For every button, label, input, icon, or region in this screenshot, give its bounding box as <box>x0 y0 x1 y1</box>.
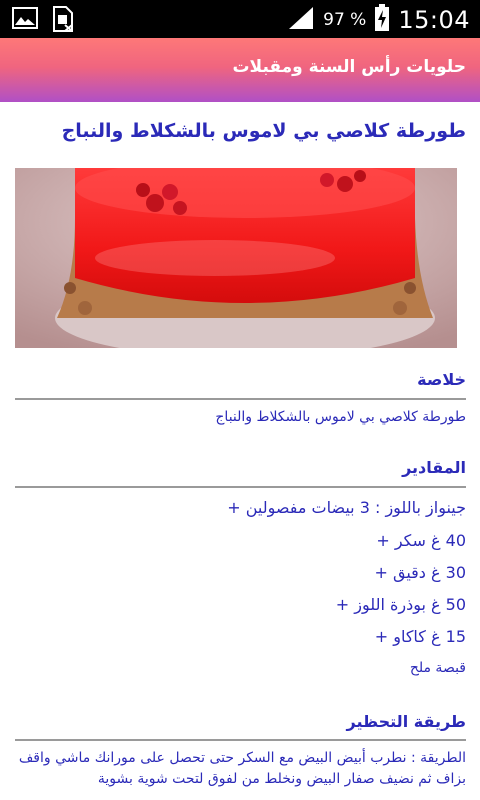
article-scroll-area[interactable]: طورطة كلاصي بي لاموس بالشكلاط والنباج خل… <box>0 102 480 800</box>
battery-charging-icon <box>374 4 390 36</box>
status-left-icons <box>12 6 74 36</box>
status-right: 97 % 15:04 <box>287 4 470 36</box>
battery-percent: 97 % <box>323 10 367 30</box>
app-bar-title: حلويات رأس السنة ومقبلات <box>232 57 466 77</box>
article-title: طورطة كلاصي بي لاموس بالشكلاط والنباج <box>61 120 466 142</box>
app-bar: حلويات رأس السنة ومقبلات <box>0 38 480 102</box>
clock: 15:04 <box>398 6 470 34</box>
summary-divider <box>15 398 466 400</box>
ingredient-item: 40 غ سكر + <box>376 531 466 550</box>
preparation-heading: طريقة التحظير <box>346 712 466 731</box>
ingredient-item: جينواز باللوز : 3 بيضات مفصولين + <box>227 498 466 517</box>
image-icon <box>12 6 38 36</box>
preparation-text: الطريقة : نطرب أبيض البيض مع السكر حتى ت… <box>18 750 466 787</box>
ingredient-item: قبصة ملح <box>409 660 466 676</box>
ingredients-heading: المقادير <box>402 458 466 477</box>
preparation-divider <box>15 739 466 741</box>
ingredient-item: 50 غ بوذرة اللوز + <box>335 595 466 614</box>
status-bar: 97 % 15:04 <box>0 0 480 38</box>
ingredient-item: 30 غ دقيق + <box>374 563 466 582</box>
signal-icon <box>287 5 315 35</box>
cake-image <box>15 168 457 348</box>
ingredient-item: 15 غ كاكاو + <box>374 627 466 646</box>
summary-text: طورطة كلاصي بي لاموس بالشكلاط والنباج <box>215 409 466 425</box>
ingredients-divider <box>15 486 466 488</box>
sim-card-icon <box>52 6 74 36</box>
summary-heading: خلاصة <box>417 370 466 389</box>
